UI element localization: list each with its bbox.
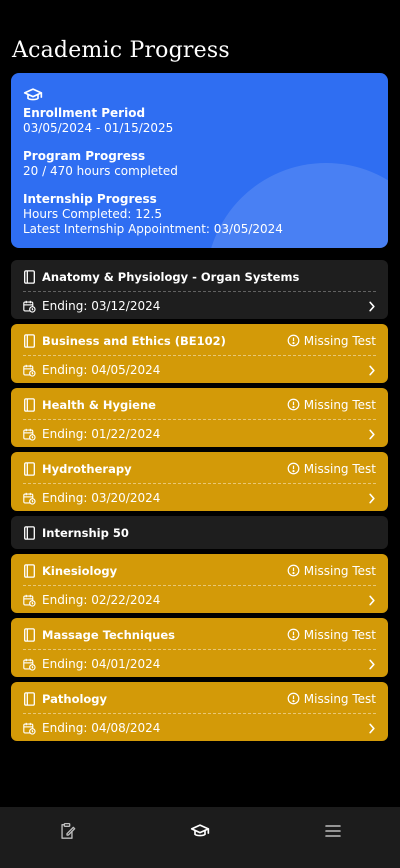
bottom-nav	[0, 807, 400, 868]
status-text: Missing Test	[303, 627, 376, 642]
status-text: Missing Test	[303, 397, 376, 412]
course-ending-date: Ending: 04/05/2024	[42, 363, 161, 377]
missing-test-badge: Missing Test	[287, 692, 376, 706]
course-ending-date: Ending: 03/12/2024	[42, 299, 161, 313]
course-card[interactable]: Anatomy & Physiology - Organ Systems End…	[11, 260, 388, 319]
missing-test-badge: Missing Test	[287, 628, 376, 642]
alert-circle-icon	[287, 628, 300, 641]
chevron-right-icon[interactable]	[368, 595, 376, 606]
program-progress-value: 20 / 470 hours completed	[23, 164, 178, 178]
divider	[23, 419, 376, 420]
calendar-clock-icon	[23, 594, 36, 607]
book-icon	[24, 397, 35, 412]
hours-completed-value: Hours Completed: 12.5	[23, 207, 162, 221]
calendar-clock-icon	[23, 364, 36, 377]
menu-icon	[325, 825, 341, 837]
nav-academic-button[interactable]	[188, 819, 212, 843]
book-icon	[24, 269, 35, 284]
course-card[interactable]: Health & Hygiene Missing Test Ending: 01…	[11, 388, 388, 447]
alert-circle-icon	[287, 564, 300, 577]
chevron-right-icon[interactable]	[368, 493, 376, 504]
calendar-clock-icon	[23, 658, 36, 671]
latest-appointment-value: Latest Internship Appointment: 03/05/202…	[23, 222, 283, 236]
calendar-clock-icon	[23, 428, 36, 441]
chevron-right-icon[interactable]	[368, 301, 376, 312]
course-name: Hydrotherapy	[42, 461, 132, 476]
course-ending-date: Ending: 02/22/2024	[42, 593, 161, 607]
calendar-clock-icon	[23, 300, 36, 313]
internship-progress-label: Internship Progress	[23, 192, 157, 206]
course-name: Business and Ethics (BE102)	[42, 333, 226, 348]
status-text: Missing Test	[303, 563, 376, 578]
program-progress-label: Program Progress	[23, 149, 146, 163]
clipboard-edit-icon	[61, 822, 76, 839]
book-icon	[24, 333, 35, 348]
chevron-right-icon[interactable]	[368, 365, 376, 376]
status-text: Missing Test	[303, 691, 376, 706]
enrollment-period-label: Enrollment Period	[23, 106, 146, 120]
course-card[interactable]: Massage Techniques Missing Test Ending: …	[11, 618, 388, 677]
enrollment-period-value: 03/05/2024 - 01/15/2025	[23, 121, 174, 135]
divider	[23, 713, 376, 714]
course-name: Anatomy & Physiology - Organ Systems	[42, 269, 300, 284]
missing-test-badge: Missing Test	[287, 564, 376, 578]
course-card[interactable]: Business and Ethics (BE102) Missing Test…	[11, 324, 388, 383]
nav-menu-button[interactable]	[321, 819, 345, 843]
status-text: Missing Test	[303, 461, 376, 476]
divider	[23, 291, 376, 292]
course-card[interactable]: Kinesiology Missing Test Ending: 02/22/2…	[11, 554, 388, 613]
alert-circle-icon	[287, 692, 300, 705]
course-name: Kinesiology	[42, 563, 118, 578]
progress-summary-card: Enrollment Period 03/05/2024 - 01/15/202…	[11, 73, 388, 248]
course-name: Internship 50	[42, 525, 129, 540]
chevron-right-icon[interactable]	[368, 723, 376, 734]
course-ending-date: Ending: 04/08/2024	[42, 721, 161, 735]
book-icon	[24, 461, 35, 476]
course-card[interactable]: Pathology Missing Test Ending: 04/08/202…	[11, 682, 388, 741]
graduation-cap-icon	[23, 88, 43, 101]
page-title: Academic Progress	[12, 38, 230, 63]
divider	[23, 649, 376, 650]
missing-test-badge: Missing Test	[287, 334, 376, 348]
course-name: Massage Techniques	[42, 627, 176, 642]
book-icon	[24, 525, 35, 540]
book-icon	[24, 627, 35, 642]
chevron-right-icon[interactable]	[368, 659, 376, 670]
book-icon	[24, 691, 35, 706]
course-ending-date: Ending: 04/01/2024	[42, 657, 161, 671]
course-name: Health & Hygiene	[42, 397, 156, 412]
course-ending-date: Ending: 03/20/2024	[42, 491, 161, 505]
book-icon	[24, 563, 35, 578]
alert-circle-icon	[287, 334, 300, 347]
course-ending-date: Ending: 01/22/2024	[42, 427, 161, 441]
graduation-cap-icon	[190, 824, 210, 837]
divider	[23, 585, 376, 586]
calendar-clock-icon	[23, 722, 36, 735]
course-card[interactable]: Internship 50	[11, 516, 388, 549]
alert-circle-icon	[287, 398, 300, 411]
missing-test-badge: Missing Test	[287, 462, 376, 476]
calendar-clock-icon	[23, 492, 36, 505]
chevron-right-icon[interactable]	[368, 429, 376, 440]
missing-test-badge: Missing Test	[287, 398, 376, 412]
divider	[23, 483, 376, 484]
course-name: Pathology	[42, 691, 108, 706]
course-card[interactable]: Hydrotherapy Missing Test Ending: 03/20/…	[11, 452, 388, 511]
divider	[23, 355, 376, 356]
nav-tasks-button[interactable]	[55, 819, 79, 843]
alert-circle-icon	[287, 462, 300, 475]
status-text: Missing Test	[303, 333, 376, 348]
